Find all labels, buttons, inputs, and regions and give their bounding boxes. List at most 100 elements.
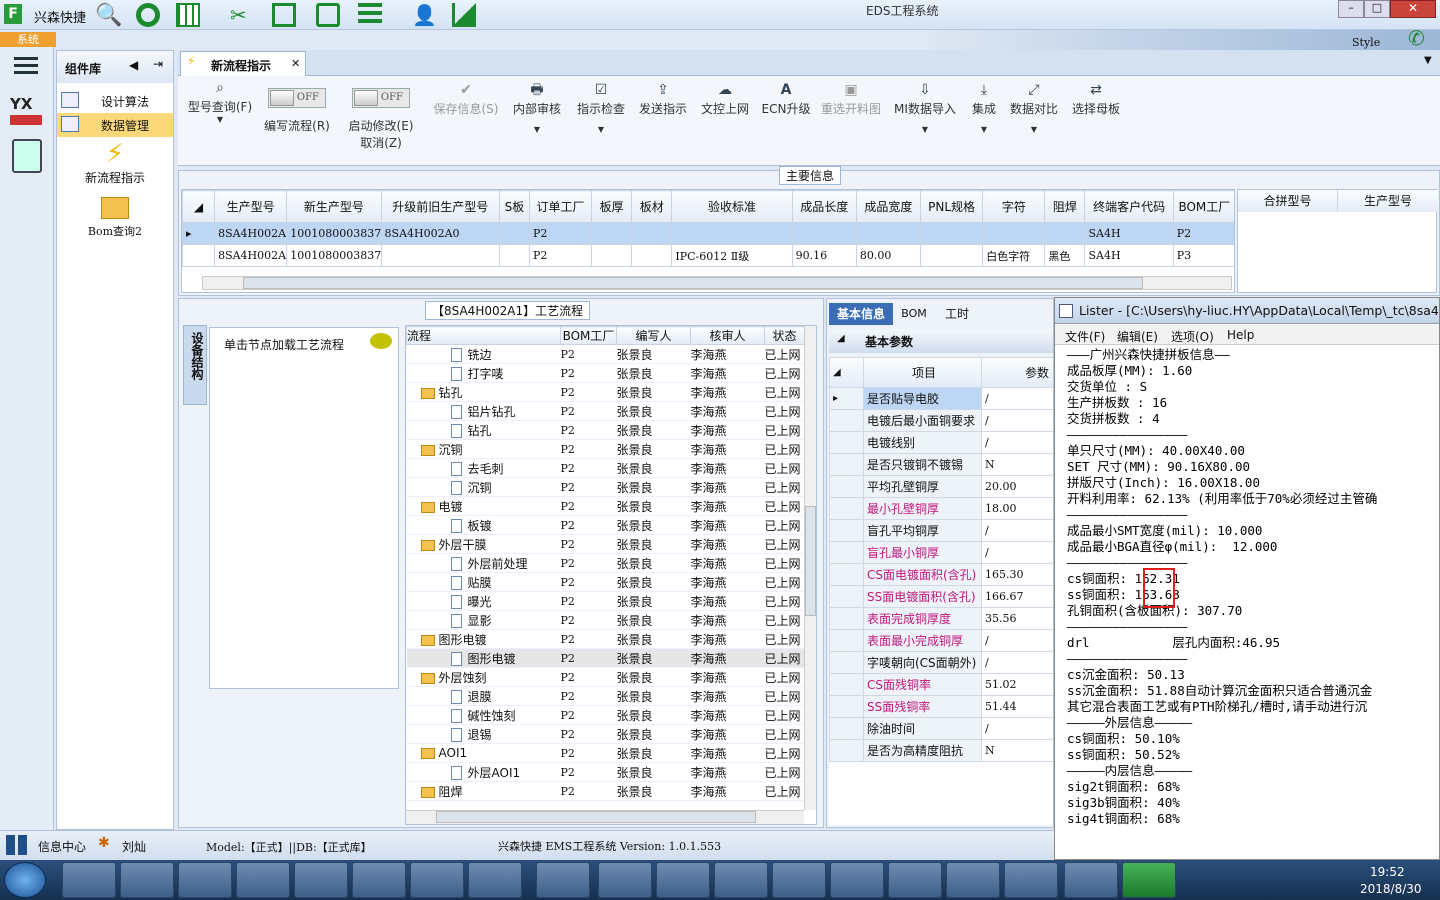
table-cell[interactable]: P3 — [1172, 244, 1234, 267]
tree-cell[interactable]: P2 — [560, 781, 617, 801]
taskbar-app-scanner[interactable] — [236, 862, 290, 898]
tab-new-process[interactable]: ⚡ 新流程指示 ✕ — [180, 51, 306, 76]
clock-time[interactable]: 19:52 — [1370, 865, 1405, 879]
tree-cell[interactable]: P2 — [560, 344, 617, 364]
table-row[interactable]: 字唛朝向(CS面朝外) / — [829, 651, 1053, 674]
param-name[interactable]: 除油时间 — [863, 717, 982, 740]
model-query-button[interactable]: ⌕ 型号查询(F) ▼ — [184, 80, 256, 124]
tree-cell[interactable]: 张景良 — [616, 629, 691, 649]
row-selector-header[interactable]: ◢ — [182, 190, 216, 223]
tree-node[interactable]: 碱性蚀刻 — [406, 705, 561, 725]
tree-cell[interactable]: 已上网 — [764, 629, 805, 649]
tree-node[interactable]: 贴膜 — [406, 572, 561, 592]
tree-node[interactable]: 曝光 — [406, 591, 561, 611]
taskbar-app-x4[interactable] — [772, 862, 826, 898]
group-header[interactable]: ◢ 基本参数 — [829, 329, 1053, 353]
param-value[interactable]: / — [981, 431, 1053, 454]
tree-cell[interactable]: 张景良 — [616, 363, 691, 383]
tree-cell[interactable]: 已上网 — [764, 363, 805, 383]
tree-cell[interactable]: 张景良 — [616, 743, 691, 763]
grid-icon[interactable] — [176, 3, 200, 27]
table-cell[interactable] — [591, 222, 633, 245]
tree-cell[interactable]: 李海燕 — [690, 344, 765, 364]
menu-file[interactable]: 文件(F) — [1065, 328, 1105, 345]
tree-cell[interactable]: 已上网 — [764, 477, 805, 497]
tree-cell[interactable]: 李海燕 — [690, 762, 765, 782]
tree-cell[interactable]: P2 — [560, 534, 617, 554]
tree-cell[interactable]: 李海燕 — [690, 458, 765, 478]
taskbar-app-shell[interactable] — [62, 862, 116, 898]
tree-cell[interactable]: 李海燕 — [690, 591, 765, 611]
tree-cell[interactable]: 张景良 — [616, 477, 691, 497]
reselect-cutting-button[interactable]: ▣ 重选开料图 — [818, 82, 884, 117]
tree-cell[interactable]: 张景良 — [616, 553, 691, 573]
tab-bom[interactable]: BOM — [897, 303, 931, 325]
param-name[interactable]: SS面电镀面积(含孔) — [863, 585, 982, 608]
tree-node[interactable]: 板镀 — [406, 515, 561, 535]
tree-cell[interactable]: 李海燕 — [690, 743, 765, 763]
tree-cell[interactable]: P2 — [560, 420, 617, 440]
tree-cell[interactable]: 已上网 — [764, 591, 805, 611]
tree-cell[interactable]: 李海燕 — [690, 648, 765, 668]
tool-new-process[interactable]: ⚡ 新流程指示 — [57, 139, 173, 189]
tree-row[interactable]: 退锡 P2 张景良 李海燕 已上网 — [406, 724, 805, 744]
tree-row[interactable]: 电镀 P2 张景良 李海燕 已上网 — [406, 496, 805, 516]
table-cell[interactable]: SA4H — [1084, 244, 1174, 267]
tree-cell[interactable]: 李海燕 — [690, 629, 765, 649]
param-value[interactable]: / — [981, 651, 1053, 674]
tree-cell[interactable]: 已上网 — [764, 401, 805, 421]
param-name[interactable]: 表面完成铜厚度 — [863, 607, 982, 630]
taskbar-app-x7[interactable] — [946, 862, 1000, 898]
table-cell[interactable] — [380, 244, 500, 267]
tree-cell[interactable]: 已上网 — [764, 705, 805, 725]
menu-help[interactable]: Help — [1227, 328, 1254, 342]
column-header[interactable]: 流程 — [406, 326, 561, 345]
tree-row[interactable]: 图形电镀 P2 张景良 李海燕 已上网 — [406, 648, 805, 668]
select-motherboard-button[interactable]: ⇄ 选择母板 — [1068, 82, 1124, 117]
taskbar-app-g[interactable] — [120, 862, 174, 898]
tree-cell[interactable]: 已上网 — [764, 439, 805, 459]
tree-cell[interactable]: 李海燕 — [690, 667, 765, 687]
tree-row[interactable]: 板镀 P2 张景良 李海燕 已上网 — [406, 515, 805, 535]
calculator-icon[interactable] — [12, 139, 42, 173]
start-modify-toggle[interactable]: OFF 启动修改(E) 取消(Z) — [344, 88, 418, 151]
param-value[interactable]: / — [981, 629, 1053, 652]
column-header[interactable]: 成品宽度 — [855, 190, 922, 223]
column-header[interactable]: 生产型号 — [214, 190, 288, 223]
instruction-check-button[interactable]: ☑ 指示检查 ▼ — [572, 82, 630, 134]
tree-row[interactable]: 铣边 P2 张景良 李海燕 已上网 — [406, 344, 805, 364]
tree-cell[interactable]: P2 — [560, 591, 617, 611]
tree-cell[interactable]: 李海燕 — [690, 515, 765, 535]
column-header[interactable]: BOM工厂 — [1172, 190, 1234, 223]
tree-row[interactable]: 曝光 P2 张景良 李海燕 已上网 — [406, 591, 805, 611]
tool-bom-query[interactable]: Bom查询2 — [57, 197, 173, 243]
tab-basic-info[interactable]: 基本信息 — [829, 303, 893, 325]
phone-icon[interactable]: ✆ — [1408, 26, 1425, 50]
clock-date[interactable]: 2018/8/30 — [1360, 882, 1422, 896]
table-cell[interactable] — [855, 222, 922, 245]
taskbar-app-eye-2[interactable] — [1064, 862, 1118, 898]
tree-row[interactable]: 外层AOI1 P2 张景良 李海燕 已上网 — [406, 762, 805, 782]
tree-cell[interactable]: P2 — [560, 458, 617, 478]
tree-node[interactable]: 退膜 — [406, 686, 561, 706]
yx-app-icon[interactable]: YX — [10, 95, 42, 127]
tree-node[interactable]: 退锡 — [406, 724, 561, 744]
table-row[interactable]: 除油时间 / — [829, 717, 1053, 740]
equipment-structure-tab[interactable]: 设备结构 — [183, 325, 207, 405]
column-header[interactable]: 核审人 — [690, 326, 765, 345]
tree-row[interactable]: 打字唛 P2 张景良 李海燕 已上网 — [406, 363, 805, 383]
tree-cell[interactable]: P2 — [560, 572, 617, 592]
table-cell[interactable]: 10010800038375 — [286, 222, 382, 245]
tree-cell[interactable]: 已上网 — [764, 553, 805, 573]
table-cell[interactable] — [791, 222, 857, 245]
column-header[interactable]: 编写人 — [616, 326, 691, 345]
tree-cell[interactable]: P2 — [560, 648, 617, 668]
horizontal-scrollbar[interactable] — [202, 276, 1232, 290]
column-header[interactable]: 终端客户代码 — [1084, 190, 1174, 223]
column-header[interactable]: 新生产型号 — [286, 190, 382, 223]
column-header[interactable]: 验收标准 — [671, 190, 793, 223]
table-row[interactable]: 表面完成铜厚度 35.56 — [829, 607, 1053, 630]
param-name[interactable]: CS面残铜率 — [863, 673, 982, 696]
tree-cell[interactable]: 已上网 — [764, 610, 805, 630]
param-value[interactable]: 51.44 — [981, 695, 1053, 718]
